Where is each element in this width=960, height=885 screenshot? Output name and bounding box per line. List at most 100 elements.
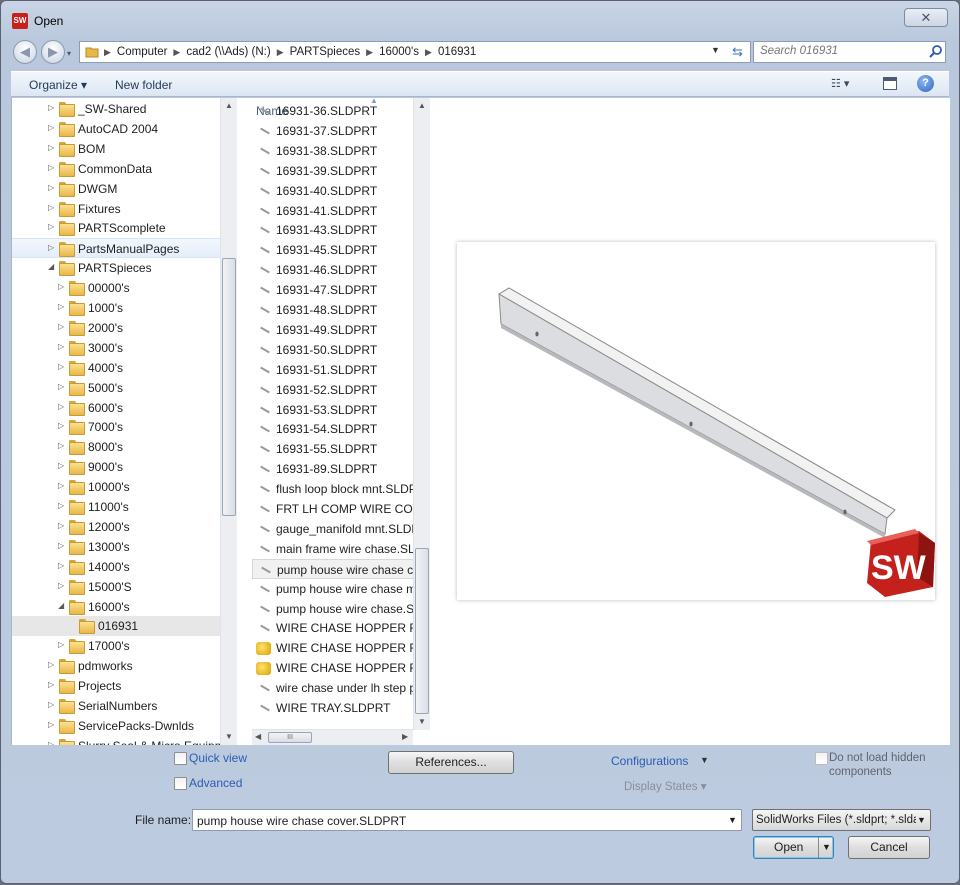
file-row[interactable]: 16931-36.SLDPRT bbox=[252, 101, 430, 121]
expand-arrow-icon[interactable]: ▷ bbox=[58, 640, 64, 649]
new-folder-button[interactable]: New folder bbox=[115, 78, 172, 92]
expand-arrow-icon[interactable]: ▷ bbox=[48, 700, 54, 709]
expand-arrow-icon[interactable]: ▷ bbox=[58, 302, 64, 311]
file-row[interactable]: pump house wire chase.SLDPRT bbox=[252, 599, 430, 619]
file-row[interactable]: WIRE CHASE HOPPER FRT W bbox=[252, 618, 430, 638]
file-row[interactable]: 16931-37.SLDPRT bbox=[252, 121, 430, 141]
tree-item[interactable]: ▷ SerialNumbers bbox=[12, 696, 234, 716]
preview-pane-icon[interactable] bbox=[883, 77, 897, 90]
horizontal-scroll-thumb[interactable]: III bbox=[268, 732, 312, 743]
scroll-down-icon[interactable]: ▼ bbox=[221, 729, 237, 745]
breadcrumb-separator-icon[interactable]: ▶ bbox=[277, 47, 284, 57]
file-row[interactable]: 16931-46.SLDPRT bbox=[252, 260, 430, 280]
search-box[interactable] bbox=[753, 41, 946, 63]
breadcrumb-item[interactable]: PARTSpieces bbox=[290, 46, 361, 58]
file-name-dropdown-icon[interactable]: ▼ bbox=[728, 815, 737, 825]
cancel-button[interactable]: Cancel bbox=[848, 836, 930, 859]
tree-item[interactable]: ▷ 17000's bbox=[12, 636, 234, 656]
file-row[interactable]: pump house wire chase mnt bbox=[252, 579, 430, 599]
expand-arrow-icon[interactable]: ▷ bbox=[58, 441, 64, 450]
tree-item[interactable]: ▷ 10000's bbox=[12, 477, 234, 497]
scroll-left-icon[interactable]: ◀ bbox=[255, 732, 261, 741]
scroll-down-icon[interactable]: ▼ bbox=[414, 714, 430, 730]
tree-item[interactable]: ▷ 00000's bbox=[12, 278, 234, 298]
breadcrumb-item[interactable]: 016931 bbox=[438, 46, 476, 58]
file-row[interactable]: main frame wire chase.SLDPRT bbox=[252, 539, 430, 559]
file-row[interactable]: WIRE CHASE HOPPER FRT W bbox=[252, 638, 430, 658]
open-options-dropdown-icon[interactable]: ▼ bbox=[818, 837, 831, 858]
tree-item[interactable]: 016931 bbox=[12, 616, 234, 637]
file-row[interactable]: 16931-53.SLDPRT bbox=[252, 400, 430, 420]
tree-item[interactable]: ▷ 6000's bbox=[12, 398, 234, 418]
file-row[interactable]: 16931-50.SLDPRT bbox=[252, 340, 430, 360]
help-icon[interactable]: ? bbox=[917, 75, 934, 92]
collapse-arrow-icon[interactable]: ◢ bbox=[58, 601, 64, 610]
tree-item[interactable]: ▷ CommonData bbox=[12, 159, 234, 179]
expand-arrow-icon[interactable]: ▷ bbox=[48, 183, 54, 192]
file-row[interactable]: 16931-40.SLDPRT bbox=[252, 181, 430, 201]
address-bar[interactable]: ▶ Computer ▶ cad2 (\\Ads) (N:) ▶ PARTSpieces ▶… bbox=[79, 41, 751, 63]
expand-arrow-icon[interactable]: ▷ bbox=[58, 322, 64, 331]
expand-arrow-icon[interactable]: ▷ bbox=[48, 143, 54, 152]
tree-item[interactable]: ◢ PARTSpieces bbox=[12, 258, 234, 278]
configurations-label[interactable]: Configurations bbox=[611, 754, 688, 768]
expand-arrow-icon[interactable]: ▷ bbox=[58, 402, 64, 411]
file-row[interactable]: WIRE TRAY.SLDPRT bbox=[252, 698, 430, 718]
file-row[interactable]: 16931-43.SLDPRT bbox=[252, 220, 430, 240]
file-row[interactable]: 16931-38.SLDPRT bbox=[252, 141, 430, 161]
file-row[interactable]: FRT LH COMP WIRE COVER bbox=[252, 499, 430, 519]
file-row[interactable]: 16931-39.SLDPRT bbox=[252, 161, 430, 181]
breadcrumb-item[interactable]: cad2 (\\Ads) (N:) bbox=[186, 46, 270, 58]
expand-arrow-icon[interactable]: ▷ bbox=[58, 342, 64, 351]
advanced-checkbox[interactable] bbox=[174, 777, 187, 790]
file-row[interactable]: 16931-54.SLDPRT bbox=[252, 419, 430, 439]
address-dropdown-icon[interactable]: ▼ bbox=[711, 45, 720, 55]
open-button-label[interactable]: Open bbox=[774, 837, 803, 858]
tree-item[interactable]: ▷ 15000'S bbox=[12, 577, 234, 597]
expand-arrow-icon[interactable]: ▷ bbox=[58, 481, 64, 490]
expand-arrow-icon[interactable]: ▷ bbox=[58, 382, 64, 391]
breadcrumb-separator-icon[interactable]: ▶ bbox=[425, 47, 432, 57]
file-row[interactable]: gauge_manifold mnt.SLDPRT bbox=[252, 519, 430, 539]
title-bar[interactable]: SW Open ✕ bbox=[1, 1, 959, 37]
file-row[interactable]: 16931-51.SLDPRT bbox=[252, 360, 430, 380]
tree-item[interactable]: ▷ ServicePacks-Dwnlds bbox=[12, 716, 234, 736]
quick-view-checkbox[interactable] bbox=[174, 752, 187, 765]
configurations-dropdown-icon[interactable]: ▼ bbox=[700, 755, 709, 765]
tree-item[interactable]: ▷ 11000's bbox=[12, 497, 234, 517]
tree-scrollbar[interactable]: ▲ ▼ bbox=[220, 98, 237, 745]
tree-item[interactable]: ▷ 1000's bbox=[12, 298, 234, 318]
file-name-value[interactable]: pump house wire chase cover.SLDPRT bbox=[197, 814, 406, 828]
tree-item[interactable]: ▷ PARTScomplete bbox=[12, 218, 234, 238]
file-row[interactable]: 16931-52.SLDPRT bbox=[252, 380, 430, 400]
expand-arrow-icon[interactable]: ▷ bbox=[48, 222, 54, 231]
file-row[interactable]: pump house wire chase cover bbox=[252, 558, 430, 579]
file-type-select[interactable]: SolidWorks Files (*.sldprt; *.sldasm; *.… bbox=[752, 809, 931, 831]
breadcrumb-separator-icon[interactable]: ▶ bbox=[104, 47, 111, 57]
expand-arrow-icon[interactable]: ▷ bbox=[58, 461, 64, 470]
expand-arrow-icon[interactable]: ▷ bbox=[58, 581, 64, 590]
quick-view-label[interactable]: Quick view bbox=[189, 751, 247, 765]
breadcrumb-item[interactable]: Computer bbox=[117, 46, 168, 58]
file-row[interactable]: 16931-89.SLDPRT bbox=[252, 459, 430, 479]
tree-item[interactable]: ▷ Projects bbox=[12, 676, 234, 696]
tree-item[interactable]: ▷ 2000's bbox=[12, 318, 234, 338]
file-row[interactable]: wire chase under lh step plate bbox=[252, 678, 430, 698]
expand-arrow-icon[interactable]: ▷ bbox=[48, 720, 54, 729]
file-row[interactable]: 16931-49.SLDPRT bbox=[252, 320, 430, 340]
file-row[interactable]: 16931-45.SLDPRT bbox=[252, 240, 430, 260]
file-type-dropdown-icon[interactable]: ▼ bbox=[917, 815, 927, 825]
scroll-right-icon[interactable]: ▶ bbox=[402, 732, 408, 741]
expand-arrow-icon[interactable]: ▷ bbox=[58, 541, 64, 550]
forward-button[interactable]: ▶ bbox=[41, 40, 65, 64]
search-icon[interactable] bbox=[928, 44, 944, 60]
expand-arrow-icon[interactable]: ▷ bbox=[48, 123, 54, 132]
tree-item[interactable]: ▷ 12000's bbox=[12, 517, 234, 537]
tree-item[interactable]: ◢ 16000's bbox=[12, 597, 234, 617]
tree-item[interactable]: ▷ PartsManualPages bbox=[12, 238, 234, 259]
tree-item[interactable]: ▷ 7000's bbox=[12, 417, 234, 437]
file-scroll-thumb[interactable] bbox=[415, 548, 429, 714]
tree-item[interactable]: ▷ 4000's bbox=[12, 358, 234, 378]
expand-arrow-icon[interactable]: ▷ bbox=[48, 103, 54, 112]
open-button[interactable]: Open ▼ bbox=[753, 836, 834, 859]
